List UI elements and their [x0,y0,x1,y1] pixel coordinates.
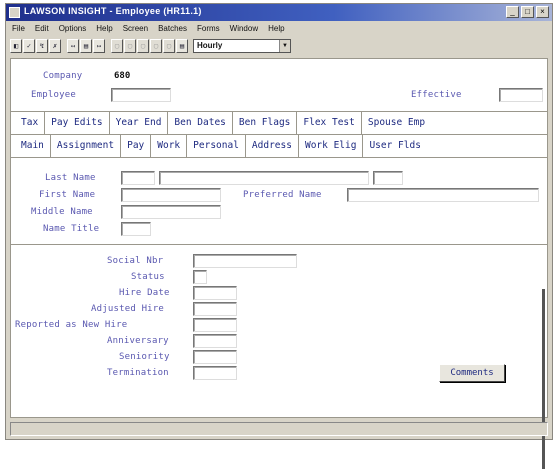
anniversary-label: Anniversary [107,336,169,346]
form-type-select[interactable]: Hourly ▼ [193,39,291,53]
toolbar-disabled-icon[interactable]: ▢ [163,39,175,53]
toolbar-inquire-icon[interactable]: ↯ [36,39,48,53]
section-divider [11,244,547,246]
middle-name-input[interactable] [121,205,221,219]
termination-input[interactable] [193,366,237,380]
first-name-input[interactable] [121,188,221,202]
first-name-label: First Name [39,190,96,200]
status-label: Status [131,272,165,282]
effective-date-input[interactable] [499,88,543,102]
reported-new-hire-label: Reported as New Hire [15,320,128,330]
name-prefix-input[interactable] [121,171,155,185]
minimize-icon[interactable]: _ [506,6,519,18]
tab-personal[interactable]: Personal [187,135,246,157]
adjusted-hire-label: Adjusted Hire [91,304,165,314]
tab-row-2: Main Assignment Pay Work Personal Addres… [11,135,547,157]
tab-ben-dates[interactable]: Ben Dates [168,112,233,134]
vertical-scrollbar[interactable] [542,289,545,469]
effective-label: Effective [411,90,462,100]
tab-pay[interactable]: Pay [121,135,152,157]
preferred-name-input[interactable] [347,188,539,202]
tab-spouse-emp[interactable]: Spouse Emp [361,112,432,134]
toolbar: ◧ ✓ ↯ ✗ ↤ ▤ ↦ ▢ ▢ ▢ ▢ ▢ ▤ Hourly ▼ [10,37,291,55]
menu-edit[interactable]: Edit [35,22,49,36]
title-bar: LAWSON INSIGHT - Employee (HR11.1) _ □ × [6,4,552,21]
menu-help-1[interactable]: Help [96,22,112,36]
window-title: LAWSON INSIGHT - Employee (HR11.1) [24,6,202,16]
chevron-down-icon[interactable]: ▼ [279,40,290,52]
adjusted-hire-input[interactable] [193,302,237,316]
toolbar-change-icon[interactable]: ✓ [23,39,35,53]
hire-date-label: Hire Date [119,288,170,298]
menu-screen[interactable]: Screen [123,22,148,36]
toolbar-list-icon[interactable]: ▤ [80,39,92,53]
tab-tax[interactable]: Tax [15,112,46,134]
toolbar-form-icon[interactable]: ▤ [176,39,188,53]
tab-row-1: Tax Pay Edits Year End Ben Dates Ben Fla… [11,112,547,134]
seniority-input[interactable] [193,350,237,364]
status-bar [10,422,548,436]
middle-name-label: Middle Name [31,207,93,217]
toolbar-delete-icon[interactable]: ✗ [49,39,61,53]
menu-window[interactable]: Window [230,22,258,36]
tab-flex-test[interactable]: Flex Test [297,112,362,134]
menu-batches[interactable]: Batches [158,22,187,36]
reported-new-hire-input[interactable] [193,318,237,332]
anniversary-input[interactable] [193,334,237,348]
last-name-label: Last Name [45,173,96,183]
last-name-input[interactable] [159,171,369,185]
toolbar-disabled-icon[interactable]: ▢ [137,39,149,53]
name-suffix-input[interactable] [373,171,403,185]
name-title-label: Name Title [43,224,100,234]
toolbar-add-icon[interactable]: ◧ [10,39,22,53]
menu-file[interactable]: File [12,22,25,36]
close-icon[interactable]: × [536,6,549,18]
employee-input[interactable] [111,88,171,102]
maximize-icon[interactable]: □ [521,6,534,18]
tab-ben-flags[interactable]: Ben Flags [232,112,298,134]
toolbar-disabled-icon[interactable]: ▢ [150,39,162,53]
social-nbr-label: Social Nbr [107,256,164,266]
tab-work-elig[interactable]: Work Elig [298,135,364,157]
app-icon [9,7,20,18]
termination-label: Termination [107,368,169,378]
toolbar-disabled-icon[interactable]: ▢ [111,39,123,53]
application-window: LAWSON INSIGHT - Employee (HR11.1) _ □ ×… [5,3,553,469]
toolbar-prev-icon[interactable]: ↤ [67,39,79,53]
company-value[interactable]: 680 [114,71,130,81]
tab-pay-edits[interactable]: Pay Edits [45,112,110,134]
menu-forms[interactable]: Forms [197,22,220,36]
hire-date-input[interactable] [193,286,237,300]
tab-year-end[interactable]: Year End [109,112,169,134]
name-title-input[interactable] [121,222,151,236]
tab-user-flds[interactable]: User Flds [363,135,427,157]
status-input[interactable] [193,270,207,284]
toolbar-next-icon[interactable]: ↦ [93,39,105,53]
social-nbr-input[interactable] [193,254,297,268]
company-label: Company [43,71,83,81]
tab-main[interactable]: Main [15,135,51,157]
employee-form: Company 680 Employee Effective Tax Pay E… [10,58,548,469]
seniority-label: Seniority [119,352,170,362]
toolbar-disabled-icon[interactable]: ▢ [124,39,136,53]
form-type-value: Hourly [197,41,223,50]
menu-help[interactable]: Help [268,22,284,36]
employee-label: Employee [31,90,76,100]
tab-address[interactable]: Address [245,135,299,157]
menu-bar: File Edit Options Help Screen Batches Fo… [6,22,552,36]
tab-work[interactable]: Work [151,135,188,157]
preferred-name-label: Preferred Name [243,190,322,200]
comments-button[interactable]: Comments [439,364,505,382]
tab-assignment[interactable]: Assignment [50,135,122,157]
menu-options[interactable]: Options [59,22,87,36]
